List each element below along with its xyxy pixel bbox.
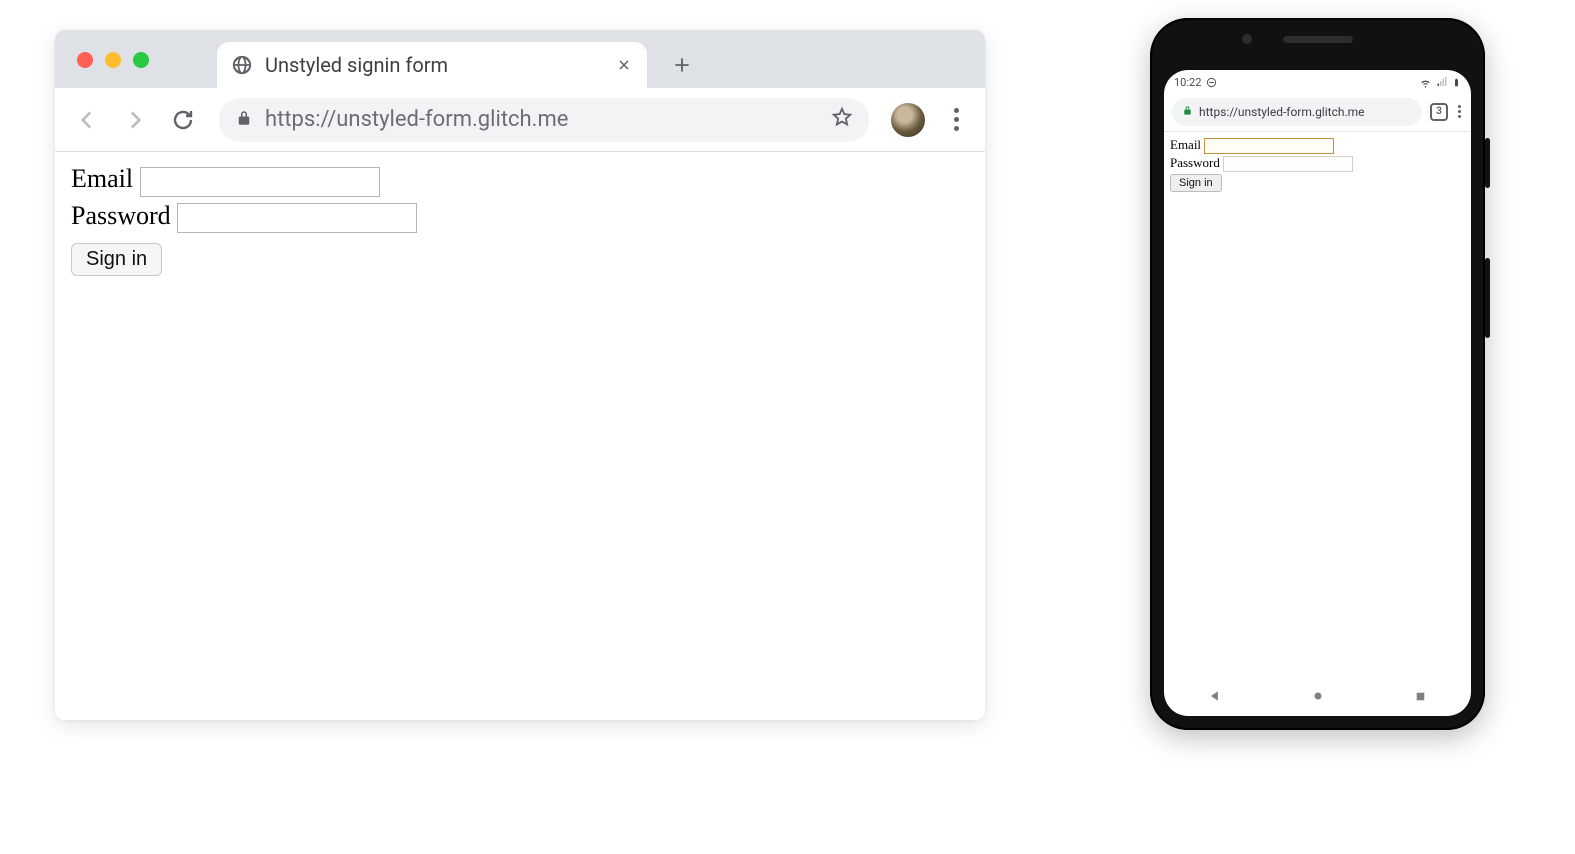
- back-button[interactable]: [67, 100, 107, 140]
- globe-icon: [231, 54, 253, 76]
- nav-back-button[interactable]: [1208, 689, 1222, 703]
- signin-button[interactable]: Sign in: [71, 243, 162, 276]
- mobile-password-input[interactable]: [1223, 156, 1353, 172]
- mobile-menu-button[interactable]: [1456, 103, 1463, 120]
- browser-menu-button[interactable]: [939, 108, 973, 131]
- new-tab-button[interactable]: [665, 48, 699, 82]
- phone-screen: 10:22 ht: [1164, 70, 1471, 716]
- android-nav-bar: [1164, 676, 1471, 716]
- bookmark-star-icon[interactable]: [831, 106, 853, 133]
- password-row: Password: [71, 201, 969, 234]
- password-input[interactable]: [177, 203, 417, 233]
- forward-button[interactable]: [115, 100, 155, 140]
- lock-icon: [235, 108, 253, 132]
- status-bar: 10:22: [1164, 70, 1471, 92]
- phone-device-frame: 10:22 ht: [1150, 18, 1485, 730]
- battery-icon: [1452, 76, 1461, 89]
- do-not-disturb-icon: [1206, 77, 1217, 88]
- tab-title: Unstyled signin form: [265, 53, 615, 77]
- tab-count-value: 3: [1436, 106, 1442, 117]
- url-text: https://unstyled-form.glitch.me: [265, 107, 819, 132]
- status-time: 10:22: [1174, 76, 1201, 89]
- mobile-address-bar[interactable]: https://unstyled-form.glitch.me: [1172, 98, 1422, 126]
- window-close-button[interactable]: [77, 52, 93, 68]
- mobile-browser-toolbar: https://unstyled-form.glitch.me 3: [1164, 92, 1471, 132]
- phone-front-camera: [1242, 34, 1252, 44]
- mobile-password-label: Password: [1170, 155, 1220, 170]
- email-input[interactable]: [140, 167, 380, 197]
- mobile-signin-button[interactable]: Sign in: [1170, 174, 1222, 192]
- password-label: Password: [71, 201, 171, 230]
- mobile-email-row: Email: [1170, 136, 1465, 154]
- reload-button[interactable]: [163, 100, 203, 140]
- email-label: Email: [71, 164, 133, 193]
- browser-tab[interactable]: Unstyled signin form: [217, 42, 647, 88]
- window-controls: [77, 52, 149, 68]
- wifi-icon: [1419, 76, 1432, 89]
- cell-signal-icon: [1436, 76, 1448, 88]
- nav-home-button[interactable]: [1311, 689, 1325, 703]
- phone-speaker: [1283, 36, 1353, 43]
- email-row: Email: [71, 164, 969, 197]
- desktop-browser-window: Unstyled signin form https://unstyled-fo…: [55, 30, 985, 720]
- mobile-password-row: Password: [1170, 154, 1465, 172]
- tab-strip: Unstyled signin form: [55, 30, 985, 88]
- nav-overview-button[interactable]: [1414, 690, 1427, 703]
- address-bar[interactable]: https://unstyled-form.glitch.me: [219, 98, 869, 142]
- tab-switcher-button[interactable]: 3: [1430, 103, 1448, 121]
- mobile-page-viewport: Email Password Sign in: [1164, 132, 1471, 676]
- window-minimize-button[interactable]: [105, 52, 121, 68]
- profile-avatar[interactable]: [891, 103, 925, 137]
- mobile-email-input[interactable]: [1204, 138, 1334, 154]
- mobile-email-label: Email: [1170, 137, 1201, 152]
- window-zoom-button[interactable]: [133, 52, 149, 68]
- page-viewport: Email Password Sign in: [55, 152, 985, 720]
- tab-close-button[interactable]: [615, 56, 633, 74]
- browser-toolbar: https://unstyled-form.glitch.me: [55, 88, 985, 152]
- lock-icon: [1182, 105, 1193, 119]
- mobile-url-text: https://unstyled-form.glitch.me: [1199, 105, 1365, 119]
